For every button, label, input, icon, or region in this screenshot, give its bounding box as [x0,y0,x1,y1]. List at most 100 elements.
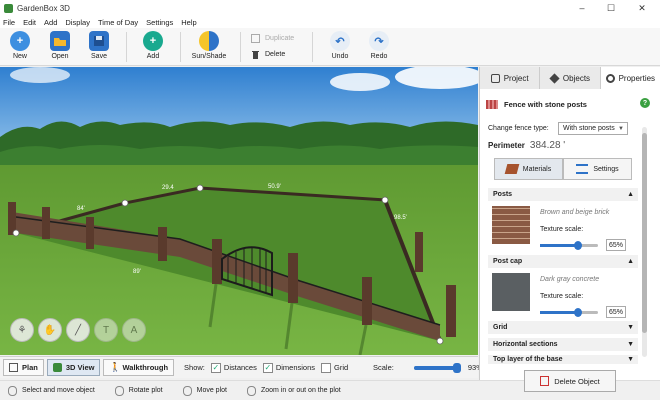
cube-icon [52,363,62,372]
object-title: Fence with stone posts [504,99,587,109]
gear-icon [605,73,615,83]
concrete-texture-swatch[interactable] [492,273,530,311]
label-tool-icon[interactable]: A [122,318,146,342]
material-settings-tabs: Materials Settings [494,158,632,180]
scale-slider[interactable] [413,362,461,373]
delete-object-button[interactable]: Delete Object [524,370,616,392]
menu-add[interactable]: Add [44,18,57,27]
menu-help[interactable]: Help [181,18,196,27]
grid-checkbox[interactable]: Grid [321,362,348,373]
scrollbar-thumb[interactable] [642,133,647,333]
brick-texture-swatch[interactable] [492,206,530,244]
text-tool-icon[interactable]: T [94,318,118,342]
save-button[interactable]: Save [79,31,119,65]
menu-display[interactable]: Display [65,18,90,27]
viewport-tools: ⚘ ✋ ╱ T A [10,318,150,342]
posts-texture-slider[interactable] [540,241,598,250]
dimension-label: 89' [133,269,141,275]
tab-properties[interactable]: Properties [600,67,660,89]
maximize-button[interactable]: ☐ [597,0,625,16]
3d-viewport[interactable]: 29.4 98.5' 50.9' 84' 89' [0,67,478,355]
post-cap-texture-value[interactable]: 65% [606,306,626,318]
chevron-down-icon: ▼ [627,356,634,363]
close-button[interactable]: ✕ [628,0,656,16]
fence-post [415,232,423,272]
fence-post [362,277,372,325]
panel-tabs: Project Objects Properties [480,67,660,89]
fence-type-select[interactable]: With stone posts ▼ [558,122,628,135]
fence-post [158,227,167,261]
tab-materials[interactable]: Materials [494,158,563,180]
panel-scrollbar[interactable] [642,127,647,357]
mouse-icon [182,385,192,396]
dimensions-checkbox[interactable]: ✓ Dimensions [262,362,315,373]
cloud [330,73,390,91]
open-button[interactable]: Open [40,31,80,65]
3d-view-button[interactable]: 3D View [46,359,101,376]
tab-settings[interactable]: Settings [563,158,632,180]
menu-bar: File Edit Add Display Time of Day Settin… [0,16,660,28]
tab-objects[interactable]: Objects [540,67,601,89]
select-objects-icon[interactable]: ⚘ [10,318,34,342]
toolbar-separator [180,32,181,62]
new-button[interactable]: + New [0,31,40,65]
undo-button[interactable]: ↶ Undo [320,31,360,65]
toolbar-separator [126,32,127,62]
scale-slider-thumb[interactable] [452,362,461,373]
fence-post [86,217,94,249]
fence-post [288,253,298,303]
section-post-cap[interactable]: Post cap ▲ [488,255,638,268]
redo-icon: ↷ [369,31,389,51]
trash-icon [251,50,260,59]
menu-edit[interactable]: Edit [23,18,36,27]
ruler-icon[interactable]: ╱ [66,318,90,342]
tab-project[interactable]: Project [480,67,541,89]
perimeter: Perimeter 384.28 ' [488,140,566,151]
empty-checkbox-icon [321,362,332,373]
folder-icon [50,31,70,51]
scale-control: Scale: 93% [373,362,483,373]
brick-icon [504,164,520,174]
fence-post [446,285,456,337]
plan-view-button[interactable]: Plan [3,359,44,376]
add-button[interactable]: + Add [133,31,173,65]
section-posts[interactable]: Posts ▲ [488,188,638,201]
fence-post [42,207,50,239]
post-cap-material-name: Dark gray concrete [540,276,600,283]
sun-shade-button[interactable]: Sun/Shade [189,31,229,65]
posts-texture-value[interactable]: 65% [606,239,626,251]
section-grid[interactable]: Grid ▼ [488,321,638,334]
redo-button[interactable]: ↷ Redo [359,31,399,65]
dimension-label: 50.9' [268,184,281,190]
change-type-label: Change fence type: [488,125,549,132]
slider-thumb[interactable] [573,308,582,317]
delete-object-icon [540,376,550,386]
help-icon[interactable]: ? [640,98,650,108]
plus-icon: + [143,31,163,51]
posts-material-name: Brown and beige brick [540,209,610,216]
post-cap-texture-slider[interactable] [540,308,598,317]
hand-pan-icon[interactable]: ✋ [38,318,62,342]
duplicate-button[interactable]: Duplicate [251,34,294,43]
toolbar-separator [312,32,313,62]
chevron-down-icon: ▼ [627,324,634,331]
menu-settings[interactable]: Settings [146,18,173,27]
section-top-layer[interactable]: Top layer of the base ▼ [488,355,638,364]
garden-scene[interactable]: 29.4 98.5' 50.9' 84' 89' [0,67,478,355]
toolbar-separator [240,32,241,62]
sliders-icon [576,164,589,174]
delete-button[interactable]: Delete [251,50,285,59]
distances-checkbox[interactable]: ✓ Distances [210,362,257,373]
walkthrough-button[interactable]: 🚶 Walkthrough [103,359,175,376]
fence-post [212,239,222,284]
slider-thumb[interactable] [573,241,582,250]
slider-fill [540,244,578,247]
chevron-down-icon: ▼ [627,341,634,348]
menu-file[interactable]: File [3,18,15,27]
minimize-button[interactable]: – [568,0,596,16]
menu-time-of-day[interactable]: Time of Day [98,18,138,27]
status-hint: Select and move object [0,385,95,396]
section-horizontal-sections[interactable]: Horizontal sections ▼ [488,338,638,351]
mouse-icon [8,385,17,396]
walk-icon: 🚶 [109,362,121,372]
